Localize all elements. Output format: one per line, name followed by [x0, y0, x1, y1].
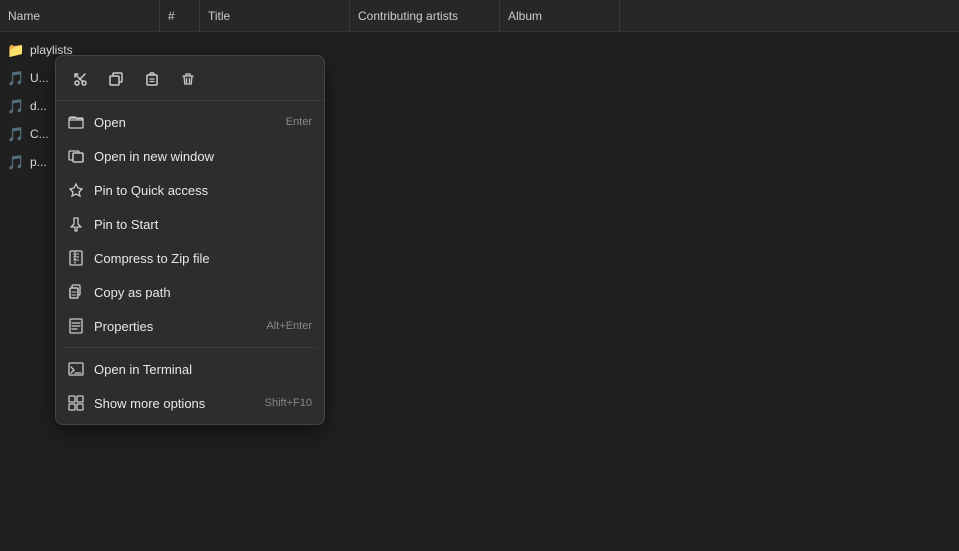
properties-icon	[68, 318, 84, 334]
paste-icon	[145, 72, 159, 89]
col-name: Name	[0, 0, 160, 31]
copy-path-label: Copy as path	[94, 285, 302, 300]
delete-button[interactable]	[172, 66, 204, 94]
show-more-label: Show more options	[94, 396, 255, 411]
open-icon	[68, 114, 84, 130]
delete-icon	[181, 72, 195, 89]
menu-item-pin-start[interactable]: Pin to Start	[56, 207, 324, 241]
context-menu: Open Enter Open in new window Pin to Qui…	[55, 55, 325, 425]
show-more-shortcut: Shift+F10	[265, 397, 312, 409]
menu-item-properties[interactable]: Properties Alt+Enter	[56, 309, 324, 343]
menu-item-open[interactable]: Open Enter	[56, 105, 324, 139]
file-icon: 🎵	[8, 126, 24, 142]
open-terminal-icon	[68, 361, 84, 377]
menu-item-pin-quick-access[interactable]: Pin to Quick access	[56, 173, 324, 207]
header-bar: Name # Title Contributing artists Album	[0, 0, 959, 32]
menu-item-open-new-window[interactable]: Open in new window	[56, 139, 324, 173]
copy-path-icon	[68, 284, 84, 300]
col-hash: #	[160, 0, 200, 31]
pin-start-icon	[68, 216, 84, 232]
menu-item-open-terminal[interactable]: Open in Terminal	[56, 352, 324, 386]
compress-zip-label: Compress to Zip file	[94, 251, 302, 266]
open-label: Open	[94, 115, 276, 130]
copy-icon	[109, 72, 123, 89]
pin-quick-access-label: Pin to Quick access	[94, 183, 302, 198]
file-icon: 🎵	[8, 98, 24, 114]
cut-button[interactable]	[64, 66, 96, 94]
pin-quick-access-icon	[68, 182, 84, 198]
col-album: Album	[500, 0, 620, 31]
col-title: Title	[200, 0, 350, 31]
menu-separator	[64, 347, 316, 348]
col-contributing: Contributing artists	[350, 0, 500, 31]
menu-item-compress-zip[interactable]: Compress to Zip file	[56, 241, 324, 275]
file-icon: 🎵	[8, 154, 24, 170]
open-new-window-label: Open in new window	[94, 149, 302, 164]
open-shortcut: Enter	[286, 116, 312, 128]
properties-label: Properties	[94, 319, 256, 334]
context-toolbar	[56, 60, 324, 101]
folder-icon: 📁	[8, 42, 24, 58]
paste-button[interactable]	[136, 66, 168, 94]
open-terminal-label: Open in Terminal	[94, 362, 302, 377]
file-icon: 🎵	[8, 70, 24, 86]
menu-item-copy-path[interactable]: Copy as path	[56, 275, 324, 309]
show-more-icon	[68, 395, 84, 411]
open-new-window-icon	[68, 148, 84, 164]
properties-shortcut: Alt+Enter	[266, 320, 312, 332]
compress-zip-icon	[68, 250, 84, 266]
menu-item-show-more[interactable]: Show more options Shift+F10	[56, 386, 324, 420]
pin-start-label: Pin to Start	[94, 217, 302, 232]
cut-icon	[73, 72, 87, 89]
copy-button[interactable]	[100, 66, 132, 94]
